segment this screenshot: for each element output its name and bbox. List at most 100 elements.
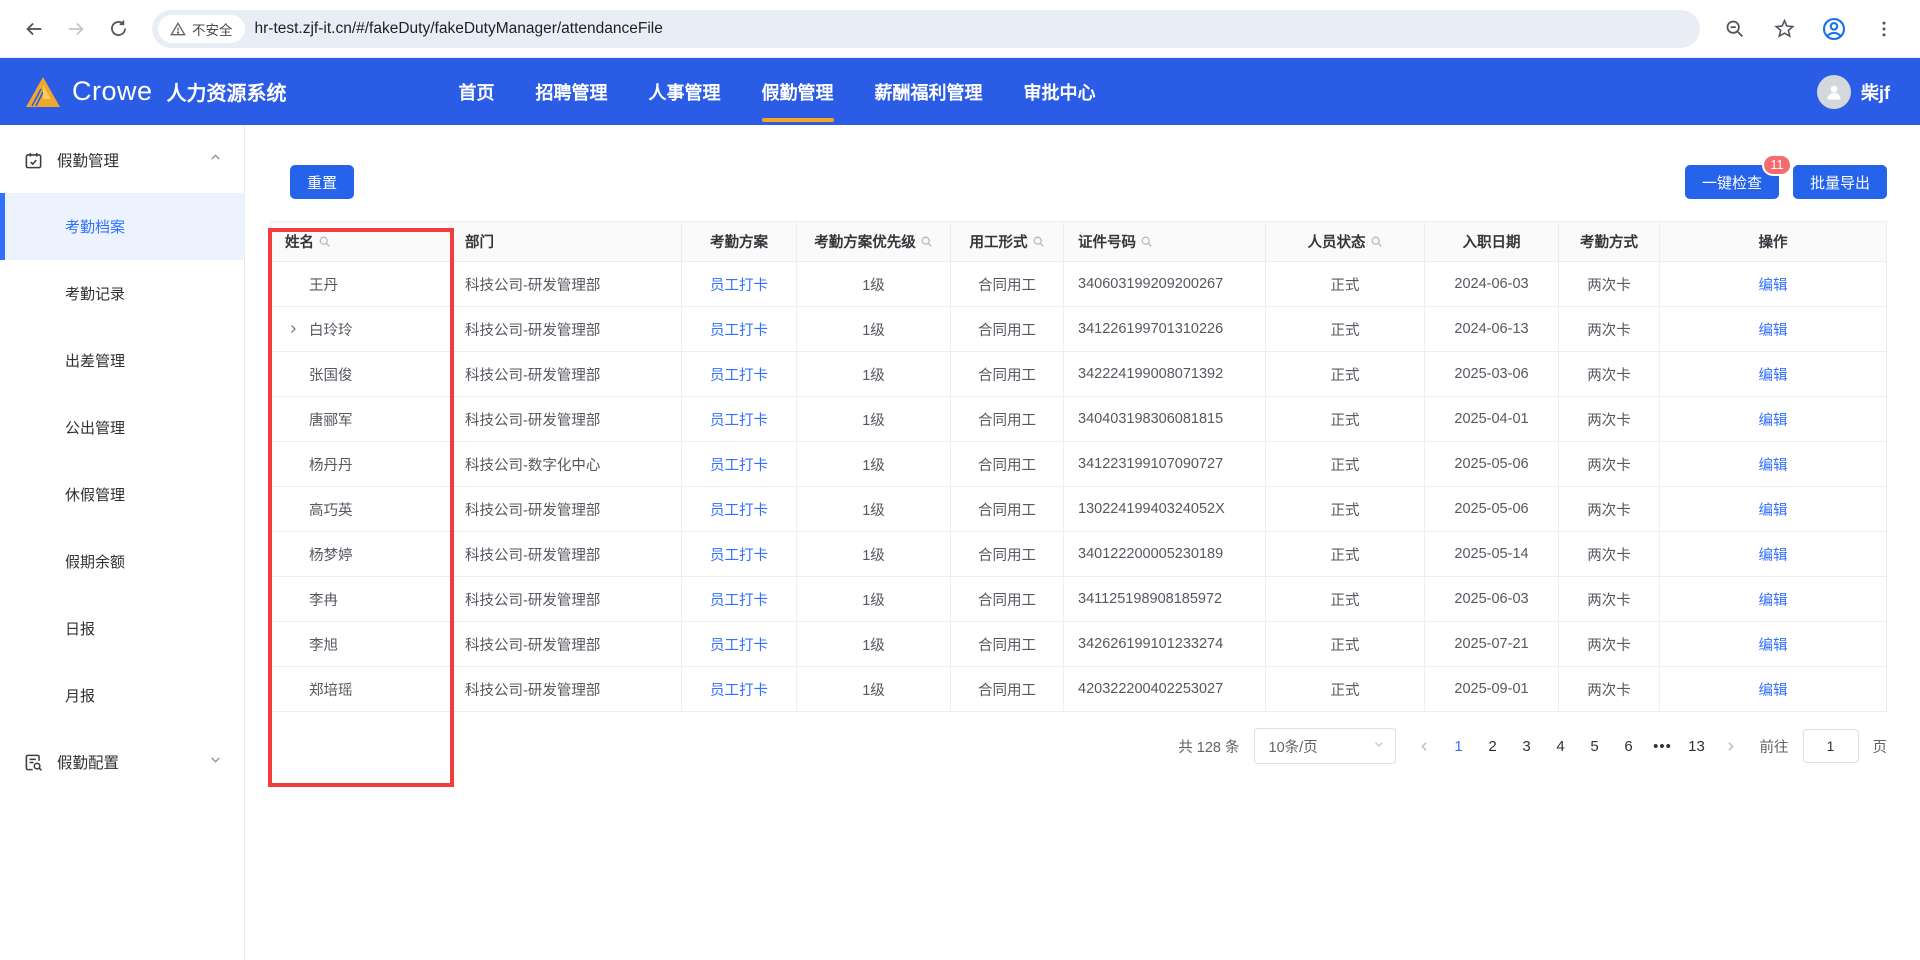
attendance-plan-link[interactable]: 员工打卡 [710,368,768,384]
nav-item-recruit[interactable]: 招聘管理 [534,59,610,125]
zoom-button[interactable] [1716,11,1752,47]
edit-link[interactable]: 编辑 [1759,548,1788,564]
crowe-logo-icon [24,75,62,109]
address-bar[interactable]: 不安全 hr-test.zjf-it.cn/#/fakeDuty/fakeDut… [152,10,1700,48]
batch-export-button[interactable]: 批量导出 [1793,165,1887,199]
edit-link[interactable]: 编辑 [1759,638,1788,654]
table-row: 李冉 科技公司-研发管理部 员工打卡 1级 合同用工 3411251989081… [271,577,1887,622]
employee-name: 唐郦军 [309,413,353,429]
page-size-select[interactable]: 10条/页 [1254,728,1396,764]
sidebar-item-business-trip[interactable]: 出差管理 [0,327,244,394]
col-header-employment: 用工形式 [951,222,1064,262]
edit-link[interactable]: 编辑 [1759,368,1788,384]
table-body: 王丹 科技公司-研发管理部 员工打卡 1级 合同用工 3406031992092… [271,262,1887,712]
browser-menu-button[interactable] [1866,11,1902,47]
sidebar-item-leave[interactable]: 休假管理 [0,461,244,528]
main-nav: 首页 招聘管理 人事管理 假勤管理 薪酬福利管理 审批中心 [457,59,1098,125]
sidebar-item-leave-balance[interactable]: 假期余额 [0,528,244,595]
attendance-plan-link[interactable]: 员工打卡 [710,323,768,339]
employee-name-cell: 唐郦军 [271,397,451,442]
page-number-6[interactable]: 6 [1614,731,1644,761]
security-chip[interactable]: 不安全 [158,15,245,43]
goto-page-input[interactable] [1803,729,1859,763]
method-cell: 两次卡 [1559,667,1660,712]
edit-link[interactable]: 编辑 [1759,683,1788,699]
employee-name: 王丹 [309,278,338,294]
nav-item-approval[interactable]: 审批中心 [1022,59,1098,125]
col-header-plan: 考勤方案 [682,222,797,262]
edit-link[interactable]: 编辑 [1759,593,1788,609]
attendance-plan-link[interactable]: 员工打卡 [710,278,768,294]
account-circle-icon [1821,16,1847,42]
employee-name: 杨梦婷 [309,548,353,564]
search-icon[interactable] [920,235,933,248]
page-number-1[interactable]: 1 [1444,731,1474,761]
page-number-3[interactable]: 3 [1512,731,1542,761]
user-avatar [1817,75,1851,109]
reset-button[interactable]: 重置 [290,165,354,199]
more-pages-button[interactable]: ••• [1648,731,1678,761]
page-number-2[interactable]: 2 [1478,731,1508,761]
sidebar-item-attendance-record[interactable]: 考勤记录 [0,260,244,327]
page-number-4[interactable]: 4 [1546,731,1576,761]
department-cell: 科技公司-研发管理部 [451,667,682,712]
page-number-5[interactable]: 5 [1580,731,1610,761]
nav-item-payroll[interactable]: 薪酬福利管理 [873,59,985,125]
search-icon[interactable] [318,235,331,248]
nav-item-attendance[interactable]: 假勤管理 [760,59,836,125]
table-row: 王丹 科技公司-研发管理部 员工打卡 1级 合同用工 3406031992092… [271,262,1887,307]
sidebar-item-daily-report[interactable]: 日报 [0,595,244,662]
plan-cell: 员工打卡 [682,532,797,577]
page-number-13[interactable]: 13 [1682,731,1712,761]
sidebar-item-monthly-report[interactable]: 月报 [0,662,244,729]
method-cell: 两次卡 [1559,622,1660,667]
sidebar-group-attendance[interactable]: 假勤管理 [0,127,244,193]
employment-cell: 合同用工 [951,622,1064,667]
edit-link[interactable]: 编辑 [1759,278,1788,294]
star-icon [1774,18,1795,39]
next-page-button[interactable] [1716,731,1746,761]
plan-cell: 员工打卡 [682,262,797,307]
attendance-plan-link[interactable]: 员工打卡 [710,638,768,654]
bookmark-button[interactable] [1766,11,1802,47]
id-number-cell: 341223199107090727 [1064,442,1266,487]
nav-item-home[interactable]: 首页 [457,59,497,125]
reload-button[interactable] [100,11,136,47]
sidebar-item-outing[interactable]: 公出管理 [0,394,244,461]
search-icon[interactable] [1032,235,1045,248]
edit-link[interactable]: 编辑 [1759,323,1788,339]
employment-cell: 合同用工 [951,397,1064,442]
forward-button[interactable] [58,11,94,47]
search-icon[interactable] [1370,235,1383,248]
method-cell: 两次卡 [1559,262,1660,307]
sidebar: 假勤管理 考勤档案 考勤记录 出差管理 公出管理 休假管理 假期余额 日报 月报… [0,125,245,960]
prev-page-button[interactable] [1410,731,1440,761]
actions-cell: 编辑 [1660,442,1887,487]
nav-item-hr[interactable]: 人事管理 [647,59,723,125]
back-button[interactable] [16,11,52,47]
employee-name: 张国俊 [309,368,353,384]
browser-profile-button[interactable] [1816,11,1852,47]
employee-name: 郑培瑶 [309,683,353,699]
attendance-plan-link[interactable]: 员工打卡 [710,683,768,699]
actions-cell: 编辑 [1660,532,1887,577]
sidebar-item-attendance-file[interactable]: 考勤档案 [0,193,244,260]
search-icon[interactable] [1140,235,1153,248]
plan-cell: 员工打卡 [682,352,797,397]
edit-link[interactable]: 编辑 [1759,503,1788,519]
attendance-plan-link[interactable]: 员工打卡 [710,503,768,519]
sidebar-group-config[interactable]: 假勤配置 [0,729,244,795]
department-cell: 科技公司-研发管理部 [451,487,682,532]
expand-arrow-icon[interactable] [287,323,299,335]
col-header-dept: 部门 [451,222,682,262]
attendance-plan-link[interactable]: 员工打卡 [710,548,768,564]
content-area: 重置 一键检查 11 批量导出 姓名 部门 考勤方案 [245,125,1920,960]
attendance-plan-link[interactable]: 员工打卡 [710,593,768,609]
status-cell: 正式 [1266,262,1425,307]
user-menu[interactable]: 柴jf [1817,75,1890,109]
edit-link[interactable]: 编辑 [1759,458,1788,474]
attendance-plan-link[interactable]: 员工打卡 [710,413,768,429]
attendance-plan-link[interactable]: 员工打卡 [710,458,768,474]
edit-link[interactable]: 编辑 [1759,413,1788,429]
hire-date-cell: 2025-03-06 [1425,352,1559,397]
